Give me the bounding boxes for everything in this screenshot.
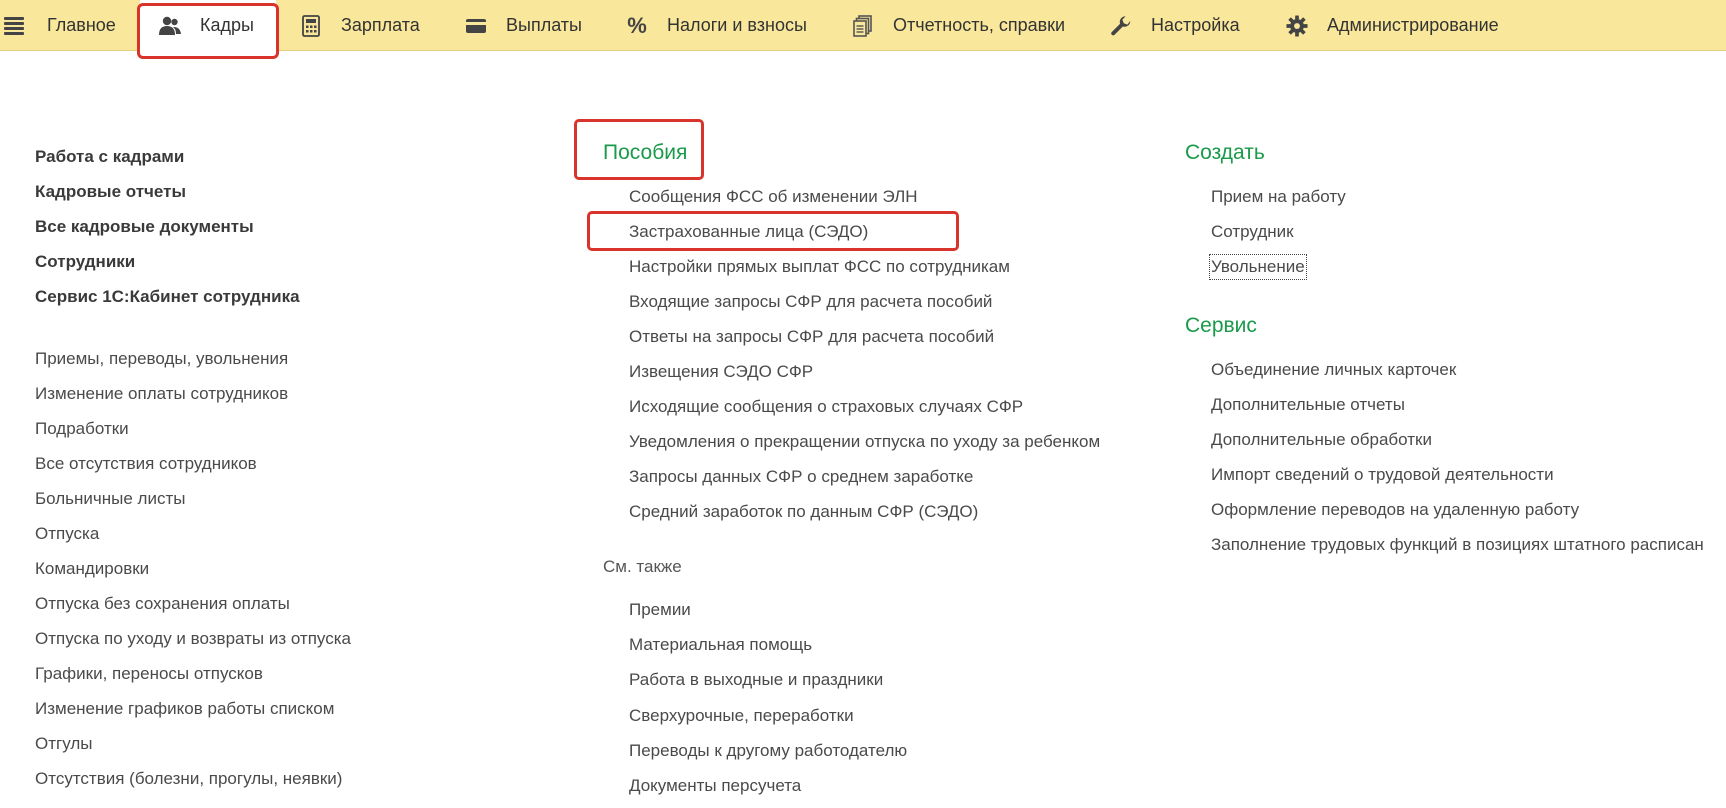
tab-hr[interactable]: Кадры: [140, 0, 276, 51]
tab-settings[interactable]: Настройка: [1109, 0, 1240, 51]
benefits-item[interactable]: Входящие запросы СФР для расчета пособий: [629, 291, 992, 313]
tab-label: Выплаты: [506, 15, 582, 35]
tab-label: Главное: [47, 15, 116, 35]
see-also-heading: См. также: [603, 557, 682, 576]
nav-item[interactable]: Изменение оплаты сотрудников: [35, 383, 288, 405]
see-also-item[interactable]: Сверхурочные, переработки: [629, 705, 854, 727]
tab-label: Налоги и взносы: [667, 15, 807, 35]
wrench-icon: [1109, 14, 1133, 38]
nav-item[interactable]: Отсутствия (болезни, прогулы, неявки): [35, 768, 342, 790]
service-item[interactable]: Объединение личных карточек: [1211, 359, 1456, 381]
see-also-item[interactable]: Переводы к другому работодателю: [629, 740, 907, 762]
nav-item[interactable]: Командировки: [35, 558, 149, 580]
benefits-item[interactable]: Запросы данных СФР о среднем заработке: [629, 466, 973, 488]
percent-icon: %: [627, 12, 647, 38]
create-hiring[interactable]: Прием на работу: [1211, 186, 1346, 208]
see-also-item[interactable]: Премии: [629, 599, 691, 621]
tab-salary[interactable]: Зарплата: [299, 0, 420, 51]
benefits-item[interactable]: Сообщения ФСС об изменении ЭЛН: [629, 186, 918, 208]
nav-item[interactable]: Отпуска по уходу и возвраты из отпуска: [35, 628, 351, 650]
nav-item[interactable]: Приемы, переводы, увольнения: [35, 348, 288, 370]
nav-all-hr-documents[interactable]: Все кадровые документы: [35, 216, 254, 238]
tab-label: Отчетность, справки: [893, 15, 1066, 35]
see-also-item[interactable]: Документы персучета: [629, 775, 801, 797]
section-panel: Главное Кадры Зарплата Выплаты % Налоги …: [0, 0, 1726, 51]
service-item[interactable]: Импорт сведений о трудовой деятельности: [1211, 464, 1554, 486]
nav-hr-reports[interactable]: Кадровые отчеты: [35, 181, 186, 203]
create-dismissal[interactable]: Увольнение: [1209, 254, 1307, 280]
calculator-icon: [299, 14, 323, 38]
benefits-item[interactable]: Ответы на запросы СФР для расчета пособи…: [629, 326, 994, 348]
nav-employee-cabinet[interactable]: Сервис 1С:Кабинет сотрудника: [35, 286, 300, 308]
section-title-create: Создать: [1185, 141, 1265, 164]
section-title-service: Сервис: [1185, 314, 1257, 337]
nav-item[interactable]: Изменение графиков работы списком: [35, 698, 334, 720]
service-item[interactable]: Заполнение трудовых функций в позициях ш…: [1211, 534, 1704, 556]
gear-icon: [1285, 14, 1309, 38]
nav-item[interactable]: Отпуска: [35, 523, 99, 545]
tab-label: Администрирование: [1327, 15, 1499, 35]
nav-item[interactable]: Все отсутствия сотрудников: [35, 453, 257, 475]
service-item[interactable]: Дополнительные отчеты: [1211, 394, 1405, 416]
tab-label: Кадры: [200, 15, 254, 35]
nav-item[interactable]: Отпуска без сохранения оплаты: [35, 593, 290, 615]
tab-reports[interactable]: Отчетность, справки: [851, 0, 1065, 51]
nav-item[interactable]: Подработки: [35, 418, 129, 440]
menu-icon[interactable]: [4, 17, 24, 35]
tab-taxes[interactable]: % Налоги и взносы: [625, 0, 807, 51]
create-employee[interactable]: Сотрудник: [1211, 221, 1294, 243]
benefits-item[interactable]: Настройки прямых выплат ФСС по сотрудник…: [629, 256, 1010, 278]
nav-employees[interactable]: Сотрудники: [35, 251, 135, 273]
tab-administration[interactable]: Администрирование: [1285, 0, 1499, 51]
service-item[interactable]: Дополнительные обработки: [1211, 429, 1432, 451]
benefits-item[interactable]: Средний заработок по данным СФР (СЭДО): [629, 501, 978, 523]
nav-item[interactable]: Отгулы: [35, 733, 92, 755]
section-title-benefits: Пособия: [603, 141, 688, 164]
see-also-item[interactable]: Работа в выходные и праздники: [629, 669, 883, 691]
tab-label: Зарплата: [341, 15, 420, 35]
people-icon: [158, 14, 182, 38]
nav-item[interactable]: Графики, переносы отпусков: [35, 663, 263, 685]
tab-label: Настройка: [1151, 15, 1240, 35]
benefits-item[interactable]: Уведомления о прекращении отпуска по ухо…: [629, 431, 1100, 453]
wallet-icon: [464, 14, 488, 38]
tab-main[interactable]: Главное: [47, 0, 116, 51]
documents-icon: [851, 14, 875, 38]
service-item[interactable]: Оформление переводов на удаленную работу: [1211, 499, 1579, 521]
see-also-item[interactable]: Материальная помощь: [629, 634, 812, 656]
benefits-item[interactable]: Извещения СЭДО СФР: [629, 361, 813, 383]
nav-hr-work[interactable]: Работа с кадрами: [35, 146, 184, 168]
tab-payments[interactable]: Выплаты: [464, 0, 582, 51]
benefits-item[interactable]: Исходящие сообщения о страховых случаях …: [629, 396, 1023, 418]
benefits-item-insured-persons[interactable]: Застрахованные лица (СЭДО): [629, 221, 868, 243]
nav-item[interactable]: Больничные листы: [35, 488, 185, 510]
